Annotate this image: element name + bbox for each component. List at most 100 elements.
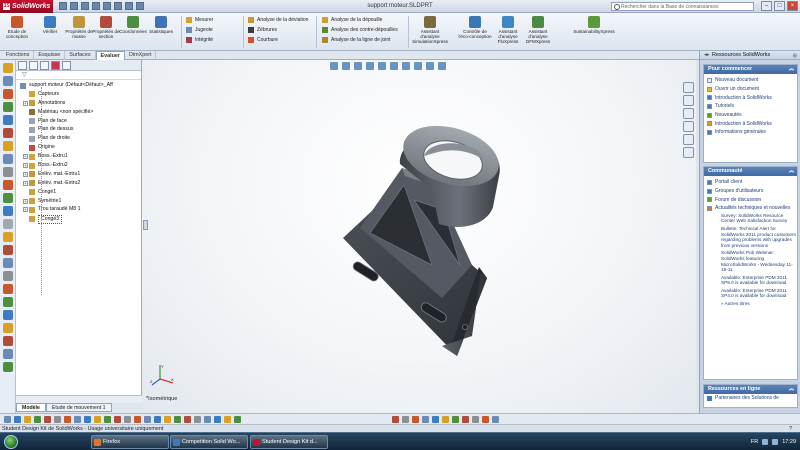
bottom-tool-34-icon[interactable] [482,416,489,423]
bottom-tool-23-icon[interactable] [224,416,231,423]
expand-toggle-icon[interactable]: + [23,180,28,186]
tab-evaluer[interactable]: Evaluer [95,51,126,60]
left-tool-1-icon[interactable] [3,63,13,73]
task-pane-link[interactable]: Nouveautés [704,111,797,120]
left-tool-22-icon[interactable] [3,336,13,346]
pin-icon[interactable]: ⊞ [793,52,797,61]
model-tab[interactable]: Etude de mouvement 1 [45,403,112,412]
bottom-tool-14-icon[interactable] [134,416,141,423]
app-logo[interactable]: 3S SolidWorks [0,0,54,13]
feature-tree-item[interactable]: Matériau <non spécifié> [16,108,141,117]
left-tool-13-icon[interactable] [3,219,13,229]
getting-started-title[interactable]: Pour commencer ︽ [704,65,797,74]
section-properties-button[interactable]: Propriétés de section [91,16,121,39]
left-tool-19-icon[interactable] [3,297,13,307]
news-item-link[interactable]: Bulletin: Technical Alert for SolidWorks… [721,226,797,248]
bottom-tool-26-icon[interactable] [402,416,409,423]
expand-toggle-icon[interactable]: + [23,100,28,106]
sense-button[interactable]: Jugeote [186,26,213,33]
bottom-tool-16-icon[interactable] [154,416,161,423]
task-pane-link[interactable]: Informations générales [704,128,797,137]
print-icon[interactable] [92,2,101,10]
task-pane-link[interactable]: Forum de discussion [704,195,797,204]
bottom-tool-7-icon[interactable] [64,416,71,423]
left-tool-23-icon[interactable] [3,349,13,359]
view-palette-tab-icon[interactable] [683,121,694,132]
taskbar-item[interactable]: Firefox [91,435,169,449]
task-pane-link[interactable]: Tutoriels [704,102,797,111]
bottom-tool-21-icon[interactable] [204,416,211,423]
bottom-tool-13-icon[interactable] [124,416,131,423]
tab-dimxpert[interactable]: DimXpert [125,51,157,60]
minimize-icon[interactable]: – [761,1,772,11]
draft-analysis-button[interactable]: Analyse de la dépouille [322,16,382,23]
feature-tree-item[interactable]: + Boss.-Extru2 [16,161,141,170]
left-tool-21-icon[interactable] [3,323,13,333]
feature-tree-item[interactable]: support moteur (Défaut<Défaut>_Aff [16,81,141,90]
sustainability-button[interactable]: SustainabilityXpress [568,16,620,34]
custom-properties-tab-icon[interactable] [683,147,694,158]
feature-tree-item[interactable]: Plan de droite [16,134,141,143]
zebra-button[interactable]: Zébrures [248,26,277,33]
left-tool-15-icon[interactable] [3,245,13,255]
bottom-tool-8-icon[interactable] [74,416,81,423]
coordinates-button[interactable]: Coordonnées [118,16,148,34]
mass-properties-button[interactable]: Propriétés de masse [64,16,94,39]
left-tool-18-icon[interactable] [3,284,13,294]
left-tool-7-icon[interactable] [3,141,13,151]
undercut-button[interactable]: Analyse des contre-dépouilles [322,26,398,33]
bottom-tool-2-icon[interactable] [14,416,21,423]
feature-tree-item[interactable]: Congé1 [16,188,141,197]
bottom-tool-32-icon[interactable] [462,416,469,423]
tray-language[interactable]: FR [751,439,758,445]
volume-icon[interactable] [772,439,779,445]
left-tool-24-icon[interactable] [3,362,13,372]
close-icon[interactable]: × [787,1,798,11]
online-resources-title[interactable]: Ressources en ligne ︽ [704,385,797,394]
feature-tree-scrollbar[interactable] [16,395,142,403]
curvature-button[interactable]: Courbure [248,36,278,43]
file-explorer-tab-icon[interactable] [683,108,694,119]
statistics-button[interactable]: Statistiques [146,16,176,34]
news-item-link[interactable]: SolidWorks Pub Webinar: SolidWorks featu… [721,250,797,272]
simulationxpress-button[interactable]: Assistant d'analyse SimulationXpress [412,16,448,44]
task-pane-link[interactable]: Nouveau document [704,76,797,85]
expand-toggle-icon[interactable]: + [23,171,28,177]
feature-tree-item[interactable]: Plan de dessus [16,125,141,134]
model-tab[interactable]: Modèle [16,403,46,412]
expand-toggle-icon[interactable]: + [23,207,28,213]
design-study-button[interactable]: Etude de conception [2,16,32,39]
check-button[interactable]: Vérifier [35,16,65,34]
feature-tree-item[interactable]: Capteurs [16,90,141,99]
bottom-tool-9-icon[interactable] [84,416,91,423]
property-manager-tab-icon[interactable] [29,61,38,70]
options-icon[interactable] [136,2,145,10]
feature-tree-item[interactable]: Plan de face [16,117,141,126]
collapse-chevron-icon[interactable]: ︽ [789,167,794,176]
bottom-tool-18-icon[interactable] [174,416,181,423]
bottom-tool-20-icon[interactable] [194,416,201,423]
deviation-button[interactable]: Analyse de la déviation [248,16,308,23]
bottom-tool-33-icon[interactable] [472,416,479,423]
bottom-tool-22-icon[interactable] [214,416,221,423]
task-pane-link[interactable]: Actualités techniques et nouvelles [704,204,797,213]
feature-tree-item[interactable]: + Symétrie1 [16,197,141,206]
bottom-tool-31-icon[interactable] [452,416,459,423]
rebuild-icon[interactable] [125,2,134,10]
bottom-tool-30-icon[interactable] [442,416,449,423]
undo-icon[interactable] [103,2,112,10]
motor-support-part-model[interactable] [142,60,696,413]
left-tool-9-icon[interactable] [3,167,13,177]
left-tool-4-icon[interactable] [3,102,13,112]
bottom-tool-25-icon[interactable] [392,416,399,423]
tab-fonctions[interactable]: Fonctions [2,51,35,60]
task-pane-link[interactable]: Ouvrir un document [704,85,797,94]
eco-button[interactable]: Contrôle de l'éco-conception [458,16,492,39]
feature-tree-item[interactable]: + Annotations [16,99,141,108]
online-resources-link[interactable]: Partenaires des Solutions de [704,394,797,403]
floxpress-button[interactable]: Assistant d'analyse FloXpress [491,16,525,44]
knowledge-base-search-input[interactable]: Rechercher dans la Base de connaissances [611,2,754,11]
restore-icon[interactable]: □ [774,1,785,11]
feature-tree-item[interactable]: + Enlèv. mat.-Extru1 [16,170,141,179]
bottom-tool-3-icon[interactable] [24,416,31,423]
